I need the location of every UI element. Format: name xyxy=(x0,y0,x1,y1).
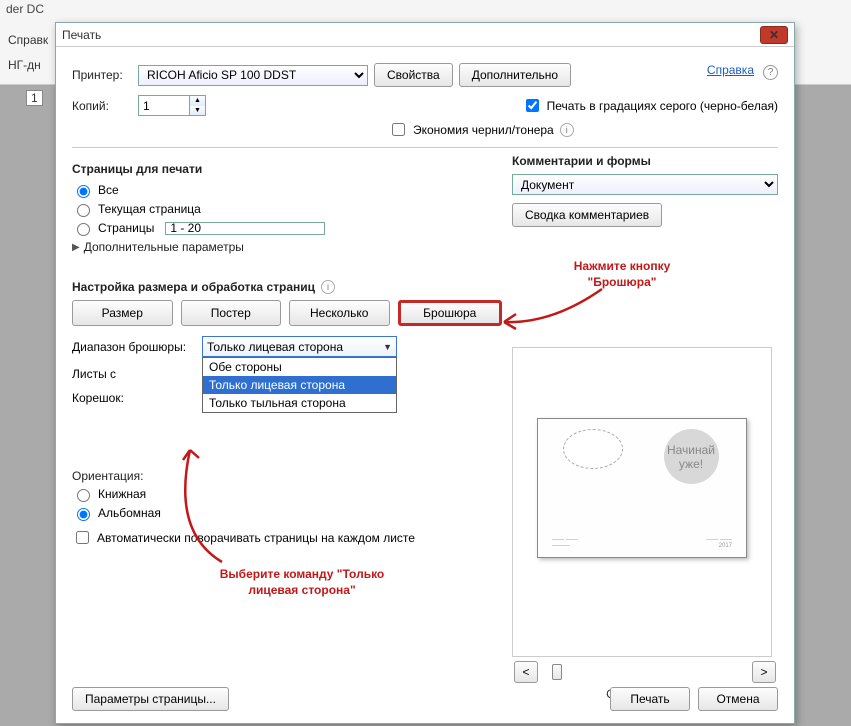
pages-group-title: Страницы для печати xyxy=(72,162,502,176)
properties-button[interactable]: Свойства xyxy=(374,63,453,87)
chevron-right-icon: > xyxy=(760,665,767,679)
radio-current[interactable]: Текущая страница xyxy=(72,201,502,217)
tab-size-button[interactable]: Размер xyxy=(72,300,173,326)
dd-option-front[interactable]: Только лицевая сторона xyxy=(203,376,396,394)
save-ink-checkbox[interactable]: Экономия чернил/тонера xyxy=(388,120,554,139)
copies-label: Копий: xyxy=(72,99,132,113)
radio-portrait[interactable]: Книжная xyxy=(72,486,502,502)
radio-pages[interactable]: Страницы xyxy=(72,220,502,236)
dialog-title: Печать xyxy=(62,28,101,42)
print-button[interactable]: Печать xyxy=(610,687,690,711)
dialog-titlebar: Печать ✕ xyxy=(56,23,794,47)
close-button[interactable]: ✕ xyxy=(760,26,788,44)
booklet-subset-dropdown[interactable]: Только лицевая сторона ▼ Обе стороны Тол… xyxy=(202,336,397,357)
close-icon: ✕ xyxy=(769,28,779,42)
chevron-down-icon: ▼ xyxy=(383,342,392,352)
booklet-subset-label: Диапазон брошюры: xyxy=(72,340,202,354)
radio-all[interactable]: Все xyxy=(72,182,502,198)
sizing-group-title: Настройка размера и обработка страниц xyxy=(72,280,315,294)
page-sizing-group: Настройка размера и обработка страниц i … xyxy=(72,272,502,557)
binding-label: Корешок: xyxy=(72,391,202,405)
print-preview: Начинайуже! —— ————— —— ——2017 xyxy=(512,347,772,657)
cancel-button[interactable]: Отмена xyxy=(698,687,778,711)
help-link[interactable]: Справка xyxy=(707,63,754,77)
page-number-box[interactable]: 1 xyxy=(26,90,43,106)
printer-label: Принтер: xyxy=(72,68,132,82)
slider-handle[interactable] xyxy=(552,664,562,680)
page-slider[interactable] xyxy=(546,670,744,674)
dd-option-both[interactable]: Обе стороны xyxy=(203,358,396,376)
pages-range-input[interactable] xyxy=(165,222,325,235)
tab-multiple-button[interactable]: Несколько xyxy=(289,300,390,326)
info-icon[interactable]: i xyxy=(321,280,335,294)
grayscale-checkbox[interactable]: Печать в градациях серого (черно-белая) xyxy=(522,96,778,115)
more-options-toggle[interactable]: ▶Дополнительные параметры xyxy=(72,240,502,254)
advanced-button[interactable]: Дополнительно xyxy=(459,63,571,87)
sheets-from-label: Листы с xyxy=(72,367,202,381)
page-thumbnail: Начинайуже! —— ————— —— ——2017 xyxy=(537,418,747,558)
comments-group-title: Комментарии и формы xyxy=(512,154,778,168)
copies-spinner[interactable]: ▲▼ xyxy=(138,95,206,116)
chevron-left-icon: < xyxy=(522,665,529,679)
tab-booklet-button[interactable]: Брошюра xyxy=(398,300,503,326)
dd-option-back[interactable]: Только тыльная сторона xyxy=(203,394,396,412)
menu-help[interactable]: Справк xyxy=(8,33,48,47)
print-dialog: Печать ✕ Справка ? Принтер: RICOH Aficio… xyxy=(55,22,795,724)
tab-label[interactable]: НГ-дн xyxy=(8,58,41,72)
annotation-booklet: Нажмите кнопку "Брошюра" xyxy=(542,259,702,290)
help-icon[interactable]: ? xyxy=(763,65,778,80)
triangle-right-icon: ▶ xyxy=(72,242,80,253)
app-title: der DC xyxy=(6,2,44,16)
printer-select[interactable]: RICOH Aficio SP 100 DDST xyxy=(138,65,368,86)
info-icon[interactable]: i xyxy=(560,123,574,137)
autorotate-checkbox[interactable]: Автоматически поворачивать страницы на к… xyxy=(72,528,415,547)
tab-poster-button[interactable]: Постер xyxy=(181,300,282,326)
comments-select[interactable]: Документ xyxy=(512,174,778,195)
prev-page-button[interactable]: < xyxy=(514,661,538,683)
page-setup-button[interactable]: Параметры страницы... xyxy=(72,687,229,711)
orientation-label: Ориентация: xyxy=(72,469,502,483)
next-page-button[interactable]: > xyxy=(752,661,776,683)
copies-input[interactable] xyxy=(139,96,189,115)
radio-landscape[interactable]: Альбомная xyxy=(72,505,502,521)
annotation-select: Выберите команду "Только лицевая сторона… xyxy=(202,567,402,598)
spin-down-icon[interactable]: ▼ xyxy=(190,106,205,116)
spin-up-icon[interactable]: ▲ xyxy=(190,96,205,106)
pages-to-print-group: Страницы для печати Все Текущая страница… xyxy=(72,154,502,264)
summarize-comments-button[interactable]: Сводка комментариев xyxy=(512,203,662,227)
